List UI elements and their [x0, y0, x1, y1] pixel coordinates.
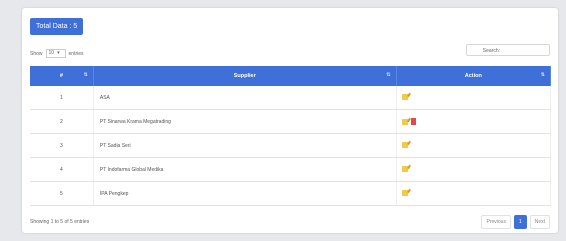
- row-number: 1: [30, 86, 94, 110]
- row-supplier: PT Indofarma Global Medika: [93, 157, 397, 182]
- edit-icon[interactable]: [401, 166, 408, 173]
- supplier-table: # ⇅ Supplier ⇅ Action ⇅ 1 ASA 2 PT Sinar…: [30, 66, 552, 206]
- search-input[interactable]: [466, 44, 550, 56]
- row-actions: [396, 86, 552, 110]
- supplier-card: Total Data : 5 Show 10 ▾ entries Search:…: [22, 8, 558, 233]
- row-number: 4: [30, 157, 94, 182]
- table-header-row: # ⇅ Supplier ⇅ Action ⇅: [30, 66, 552, 86]
- sort-icon: ⇅: [386, 72, 391, 78]
- table-row: 2 PT Sinarwa Krama Megatrading: [30, 109, 552, 134]
- row-supplier: PT Sinarwa Krama Megatrading: [93, 109, 397, 134]
- edit-icon[interactable]: [401, 142, 408, 149]
- page-1-button[interactable]: 1: [513, 215, 527, 229]
- row-supplier: IPA Pengkep: [93, 181, 397, 206]
- row-actions: [396, 109, 552, 134]
- length-control: Show 10 ▾ entries: [30, 49, 84, 58]
- table-info: Showing 1 to 5 of 5 entries: [30, 219, 90, 225]
- table-row: 3 PT Sadia Seri: [30, 133, 552, 158]
- row-supplier: PT Sadia Seri: [93, 133, 397, 158]
- row-actions: [396, 157, 552, 182]
- edit-icon[interactable]: [401, 94, 408, 101]
- search-label: Search:: [482, 48, 500, 54]
- table-row: 1 ASA: [30, 86, 552, 110]
- header-action[interactable]: Action ⇅: [396, 66, 552, 86]
- row-number: 3: [30, 133, 94, 158]
- header-supplier-label: Supplier: [233, 73, 256, 79]
- row-actions: [396, 133, 552, 158]
- sort-icon: ⇅: [540, 72, 545, 78]
- table-row: 4 PT Indofarma Global Medika: [30, 157, 552, 182]
- edit-icon[interactable]: [401, 118, 408, 125]
- row-supplier: ASA: [93, 86, 397, 110]
- length-value: 10: [48, 50, 55, 56]
- row-number: 2: [30, 109, 94, 134]
- row-actions: [396, 181, 552, 206]
- search-box: [466, 44, 550, 56]
- table-row: 5 IPA Pengkep: [30, 181, 552, 206]
- header-action-label: Action: [464, 73, 482, 79]
- header-number[interactable]: # ⇅: [30, 66, 94, 86]
- entries-label: entries: [68, 50, 84, 57]
- length-select[interactable]: 10 ▾: [45, 49, 66, 58]
- sort-icon: ⇅: [83, 72, 88, 78]
- total-data-button[interactable]: Total Data : 5: [30, 18, 84, 35]
- header-supplier[interactable]: Supplier ⇅: [93, 66, 397, 86]
- edit-icon[interactable]: [401, 190, 408, 197]
- show-label: Show: [30, 50, 43, 57]
- row-number: 5: [30, 181, 94, 206]
- chevron-down-icon: ▾: [57, 50, 60, 56]
- header-number-label: #: [59, 73, 63, 79]
- previous-button[interactable]: Previous: [481, 215, 511, 229]
- pagination: Previous 1 Next: [481, 215, 550, 229]
- delete-icon[interactable]: [411, 118, 416, 125]
- next-button[interactable]: Next: [529, 215, 550, 229]
